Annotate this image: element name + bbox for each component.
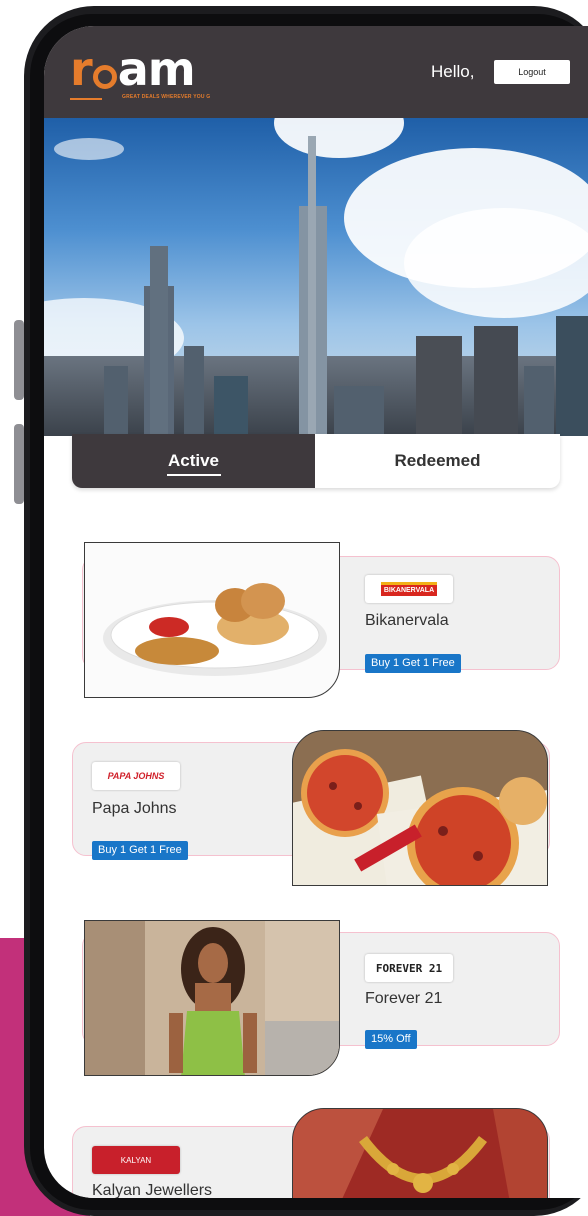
greeting-text: Hello, (431, 62, 475, 81)
deal-brand-name: Kalyan Jewellers (92, 1182, 213, 1198)
deal-brand-name: Papa Johns (92, 800, 177, 817)
forever-21-logo: FOREVER 21 (365, 954, 453, 982)
bikanervala-logo: BIKANERVALA (365, 575, 453, 603)
papa-johns-logo: PAPA JOHNS (92, 762, 180, 790)
deal-brand-name: Bikanervala (365, 612, 449, 629)
tab-redeemed-label: Redeemed (394, 451, 481, 470)
logout-button[interactable]: Logout (494, 60, 570, 84)
tab-redeemed[interactable]: Redeemed (315, 434, 560, 488)
app-header: r am GREAT DEALS WHEREVER YOU G Hello, Lo… (44, 26, 588, 118)
kalyan-jewellers-logo: KALYAN (92, 1146, 180, 1174)
logo-tagline: GREAT DEALS WHEREVER YOU G (122, 94, 211, 100)
deal-brand-name: Forever 21 (365, 990, 443, 1007)
deal-offer-badge[interactable]: 15% Off (365, 1030, 417, 1049)
volume-down-button (14, 424, 24, 504)
active-tab-underline (167, 474, 221, 476)
location-pin-icon (92, 65, 117, 89)
deal-tabs: Active Redeemed (72, 434, 560, 488)
deal-offer-badge[interactable]: Buy 1 Get 1 Free (365, 654, 461, 673)
hero-banner-image (44, 118, 588, 436)
deal-photo-forever-21 (84, 920, 340, 1076)
volume-up-button (14, 320, 24, 400)
roam-logo: r am (70, 42, 196, 96)
deal-photo-papa-johns (292, 730, 548, 886)
deal-photo-bikanervala (84, 542, 340, 698)
app-screen: r am GREAT DEALS WHEREVER YOU G Hello, Lo… (44, 26, 588, 1198)
deal-photo-kalyan-jewellers (292, 1108, 548, 1198)
deal-offer-badge[interactable]: Buy 1 Get 1 Free (92, 841, 188, 860)
tab-active[interactable]: Active (72, 434, 315, 488)
logo-underline (70, 98, 102, 100)
tab-active-label: Active (167, 451, 220, 470)
